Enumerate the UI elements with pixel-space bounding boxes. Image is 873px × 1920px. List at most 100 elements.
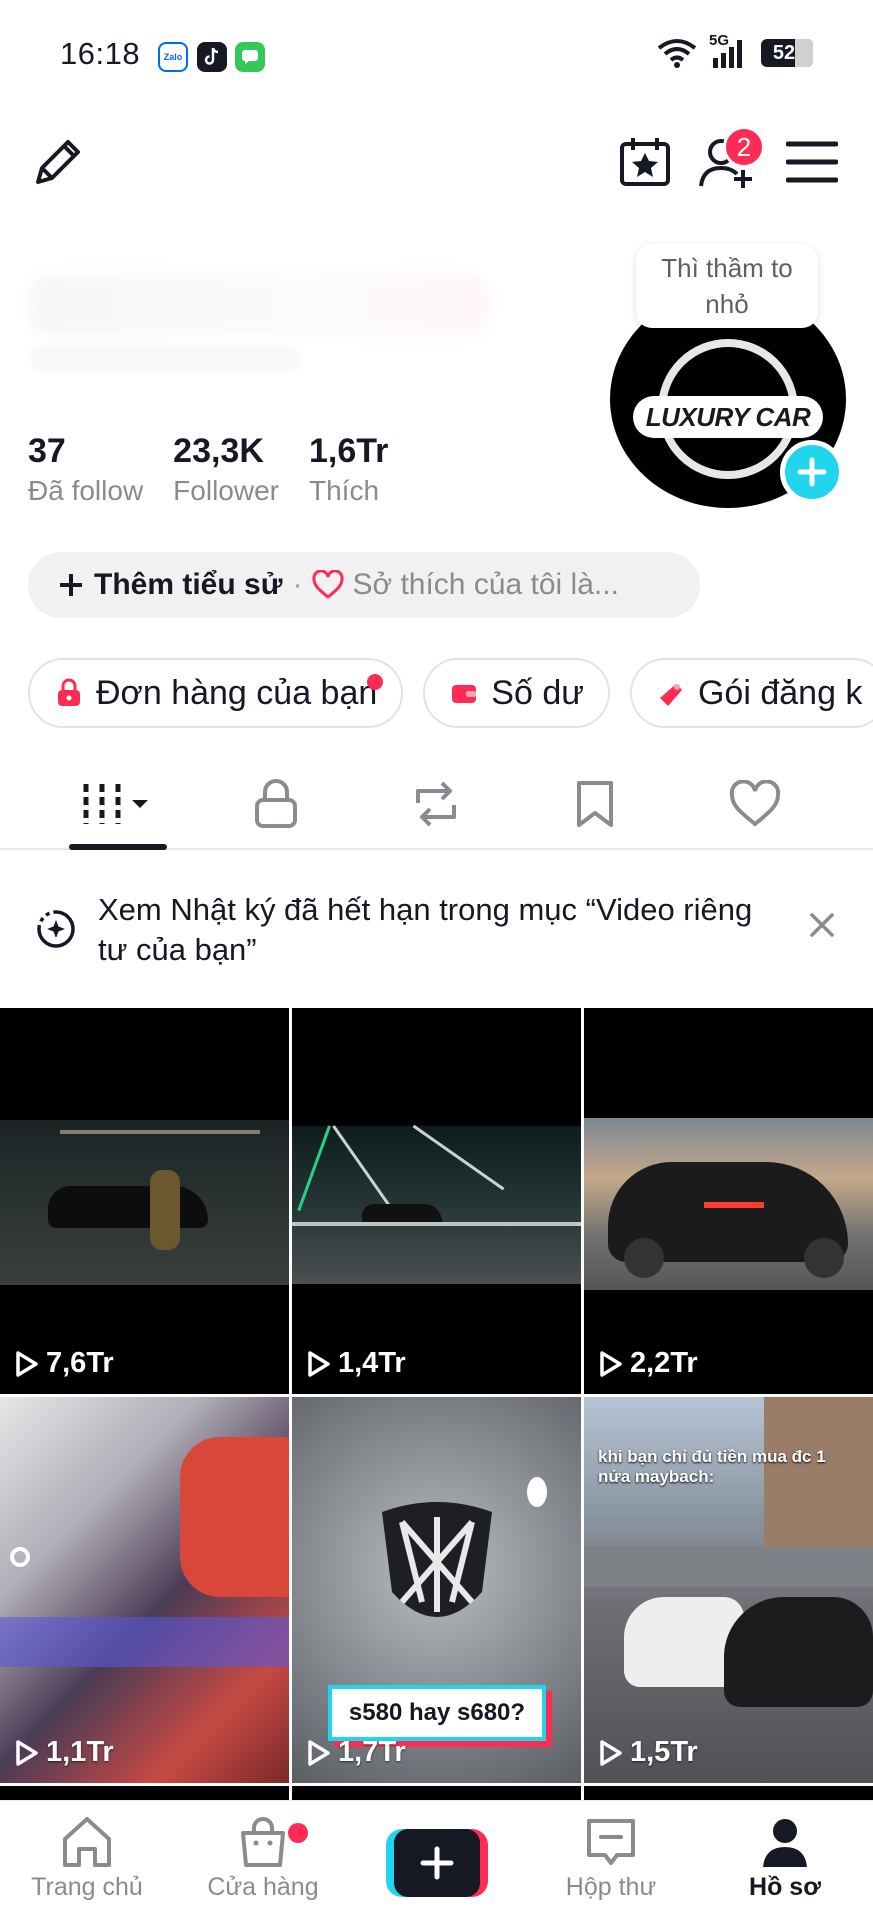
calendar-star-icon[interactable]	[615, 132, 675, 192]
status-bar: 16:18 Zalo 5G 52	[0, 0, 873, 110]
nav-inbox[interactable]: Hộp thư	[526, 1815, 696, 1902]
play-icon	[308, 1739, 330, 1766]
diary-notice-banner[interactable]: Xem Nhật ký đã hết hạn trong mục “Video …	[0, 852, 873, 1008]
orders-chip[interactable]: Đơn hàng của bạn	[28, 658, 404, 728]
view-count-label: 1,5Tr	[630, 1736, 698, 1768]
view-count-label: 1,1Tr	[46, 1736, 114, 1768]
tab-videos[interactable]	[38, 774, 198, 834]
video-scene	[292, 1124, 581, 1284]
play-icon	[308, 1350, 330, 1377]
tab-private[interactable]	[196, 774, 356, 834]
nav-shop[interactable]: Cửa hàng	[178, 1815, 348, 1902]
battery-icon: 52	[761, 39, 813, 67]
stat-label: Đã follow	[28, 475, 144, 506]
subscription-chip[interactable]: Gói đăng k	[629, 658, 873, 728]
video-scene	[0, 1120, 289, 1285]
profile-name-blurred	[30, 275, 490, 335]
view-count: 1,7Tr	[306, 1736, 406, 1769]
shortcut-chips: Đơn hàng của bạn Số dư Gói đăng k	[28, 658, 873, 728]
balance-chip[interactable]: Số dư	[423, 658, 610, 728]
add-friend-icon[interactable]: 2	[697, 126, 765, 192]
video-scene	[0, 1397, 289, 1783]
stat-value: 37	[28, 432, 66, 470]
video-thumbnail[interactable]: 7,6Tr	[0, 1008, 289, 1394]
view-count: 1,5Tr	[598, 1736, 698, 1769]
stat-likes[interactable]: 1,6Tr Thích	[309, 432, 388, 507]
status-right: 5G 52	[657, 32, 813, 68]
notice-text: Xem Nhật ký đã hết hạn trong mục “Video …	[98, 892, 753, 967]
add-story-button[interactable]	[780, 440, 844, 504]
video-thumbnail[interactable]: 2,2Tr	[584, 1008, 873, 1394]
menu-icon[interactable]	[782, 132, 842, 192]
chip-label: Gói đăng k	[697, 673, 863, 712]
view-count: 7,6Tr	[14, 1347, 114, 1380]
separator-dot: ·	[292, 568, 303, 601]
nav-label: Trang chủ	[31, 1873, 143, 1901]
bottom-navigation: Trang chủ Cửa hàng Hộp thư Hồ sơ	[0, 1800, 873, 1920]
inbox-icon	[587, 1819, 635, 1865]
nav-profile[interactable]: Hồ sơ	[700, 1815, 870, 1902]
tab-reposts[interactable]	[356, 774, 516, 834]
add-bio-label: Thêm tiểu sử	[94, 568, 283, 601]
lock-icon	[255, 779, 297, 828]
close-icon[interactable]	[807, 910, 837, 940]
repost-icon	[416, 781, 456, 827]
hobby-label: Sở thích của tôi là...	[352, 568, 619, 601]
profile-handle-blurred	[30, 345, 300, 371]
grid-dropdown-icon	[83, 784, 148, 824]
lock-bag-icon	[58, 678, 80, 706]
video-thumbnail[interactable]: khi bạn chỉ đủ tiền mua đc 1 nửa maybach…	[584, 1397, 873, 1783]
video-thumbnail[interactable]: 1,4Tr	[292, 1008, 581, 1394]
nav-label: Hộp thư	[565, 1873, 657, 1901]
stat-label: Follower	[173, 475, 279, 506]
nav-label: Hồ sơ	[749, 1873, 821, 1901]
view-count: 1,4Tr	[306, 1347, 406, 1380]
play-icon	[16, 1350, 38, 1377]
shopping-bag-icon	[241, 1817, 285, 1867]
messages-notification-icon	[235, 42, 265, 72]
heart-outline-icon	[729, 780, 781, 827]
add-bio-button[interactable]: Thêm tiểu sử	[58, 568, 282, 602]
stat-followers[interactable]: 23,3K Follower	[173, 432, 279, 507]
plus-icon	[420, 1846, 454, 1880]
bookmark-icon	[577, 781, 613, 827]
stat-value: 1,6Tr	[308, 432, 389, 470]
chip-label: Đơn hàng của bạn	[96, 673, 378, 712]
wallet-icon	[452, 685, 477, 703]
view-count-label: 1,4Tr	[338, 1347, 406, 1379]
nav-label: Cửa hàng	[207, 1873, 319, 1901]
shop-notification-dot	[288, 1823, 308, 1843]
video-thumbnail-partial[interactable]	[584, 1786, 873, 1800]
video-thumbnail[interactable]: s580 hay s680? 1,7Tr	[292, 1397, 581, 1783]
active-tab-indicator	[69, 844, 167, 850]
video-thumbnail-partial[interactable]	[0, 1786, 289, 1800]
status-time: 16:18	[60, 36, 141, 71]
cellular-signal-icon: 5G	[709, 32, 749, 68]
hobby-button[interactable]: Sở thích của tôi là...	[312, 568, 619, 602]
view-count-label: 2,2Tr	[630, 1347, 698, 1379]
tab-favorites[interactable]	[515, 774, 675, 834]
edit-icon[interactable]	[28, 132, 88, 192]
whisper-tooltip[interactable]: Thì thầm to nhỏ	[636, 244, 818, 328]
notification-dot	[367, 674, 384, 690]
heart-icon	[312, 570, 344, 599]
tab-liked[interactable]	[675, 774, 835, 834]
stat-following[interactable]: 37 Đã follow	[28, 432, 143, 507]
bio-pill: Thêm tiểu sử · Sở thích của tôi là...	[28, 552, 700, 618]
view-count-label: 7,6Tr	[46, 1347, 114, 1379]
zalo-notification-icon: Zalo	[158, 42, 188, 72]
tiktok-notification-icon	[197, 42, 227, 72]
stat-value: 23,3K	[173, 432, 264, 470]
sparkle-clock-icon	[37, 910, 75, 948]
video-scene	[584, 1118, 873, 1290]
play-icon	[16, 1739, 38, 1766]
profile-header: 2	[0, 110, 873, 220]
create-video-button[interactable]	[386, 1829, 488, 1897]
logo-text: LUXURY CAR	[633, 396, 823, 438]
nav-home[interactable]: Trang chủ	[2, 1815, 172, 1902]
video-thumbnail[interactable]: 1,1Tr	[0, 1397, 289, 1783]
stat-label: Thích	[308, 475, 380, 506]
chip-label: Số dư	[491, 673, 584, 712]
video-thumbnail-partial[interactable]	[292, 1786, 581, 1800]
video-caption: khi bạn chỉ đủ tiền mua đc 1 nửa maybach…	[598, 1447, 826, 1486]
